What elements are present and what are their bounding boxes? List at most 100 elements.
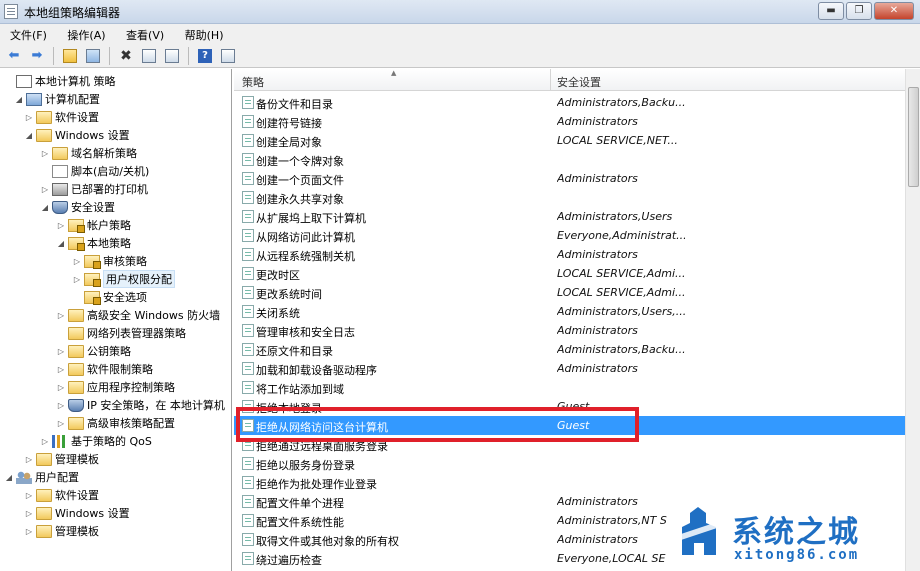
policy-row[interactable]: 备份文件和目录 Administrators,Backu... <box>234 93 920 112</box>
menu-action[interactable]: 操作(A) <box>57 24 112 43</box>
column-header-policy[interactable]: 策略 <box>242 74 264 90</box>
menu-view[interactable]: 查看(V) <box>116 24 171 43</box>
folder-icon <box>52 146 68 160</box>
policy-row[interactable]: 创建一个令牌对象 <box>234 150 920 169</box>
tree-item[interactable]: ▷ 域名解析策略 <box>40 144 137 162</box>
tree-item[interactable]: ▷ 软件设置 <box>24 108 99 126</box>
policy-row[interactable]: 关闭系统 Administrators,Users,... <box>234 302 920 321</box>
policy-icon <box>242 267 254 280</box>
policy-icon <box>242 324 254 337</box>
tree-item[interactable]: ▷ 用户权限分配 <box>72 270 175 288</box>
tree-item[interactable]: ▷ 高级审核策略配置 <box>56 414 175 432</box>
tree-item[interactable]: ▷ 审核策略 <box>72 252 147 270</box>
expand-arrow-icon[interactable]: ◢ <box>56 239 66 248</box>
policy-row[interactable]: 拒绝从网络访问这台计算机 Guest <box>234 416 920 435</box>
policy-icon <box>242 96 254 109</box>
tree-item[interactable]: ▷ 应用程序控制策略 <box>56 378 175 396</box>
expand-arrow-icon[interactable]: ▷ <box>24 491 34 500</box>
app-icon <box>4 4 18 19</box>
policy-list: ▲ 策略 安全设置 备份文件和目录 Administrators,Backu...… <box>234 69 920 571</box>
expand-arrow-icon[interactable]: ▷ <box>24 509 34 518</box>
expand-arrow-icon[interactable]: ▷ <box>56 401 66 410</box>
expand-arrow-icon[interactable]: ◢ <box>14 95 24 104</box>
policy-row[interactable]: 拒绝通过远程桌面服务登录 <box>234 435 920 454</box>
tree-item[interactable]: ▷ 基于策略的 QoS <box>40 432 152 450</box>
action-pane-button[interactable] <box>218 46 238 66</box>
policy-row[interactable]: 从扩展坞上取下计算机 Administrators,Users <box>234 207 920 226</box>
maximize-button[interactable]: ❐ <box>846 2 872 20</box>
forward-arrow-icon[interactable]: ➡ <box>27 46 47 66</box>
expand-arrow-icon[interactable]: ▷ <box>56 347 66 356</box>
policy-row[interactable]: 创建符号链接 Administrators <box>234 112 920 131</box>
expand-arrow-icon[interactable]: ◢ <box>4 473 14 482</box>
policy-row[interactable]: 管理审核和安全日志 Administrators <box>234 321 920 340</box>
toolbar-separator <box>109 46 110 65</box>
policy-row[interactable]: 创建永久共享对象 <box>234 188 920 207</box>
tree-item[interactable]: 网络列表管理器策略 <box>56 324 186 342</box>
policy-row[interactable]: 拒绝作为批处理作业登录 <box>234 473 920 492</box>
expand-arrow-icon[interactable]: ▷ <box>72 257 82 266</box>
policy-row[interactable]: 加载和卸载设备驱动程序 Administrators <box>234 359 920 378</box>
tree-item[interactable]: ▷ Windows 设置 <box>24 504 130 522</box>
tree-item[interactable]: ▷ 管理模板 <box>24 450 99 468</box>
tree-item[interactable]: ▷ 高级安全 Windows 防火墙 <box>56 306 220 324</box>
policy-row[interactable]: 更改系统时间 LOCAL SERVICE,Admi... <box>234 283 920 302</box>
policy-row[interactable]: 拒绝本地登录 Guest <box>234 397 920 416</box>
menu-help[interactable]: 帮助(H) <box>175 24 231 43</box>
tree-item[interactable]: 脚本(启动/关机) <box>40 162 149 180</box>
expand-arrow-icon[interactable]: ▷ <box>56 365 66 374</box>
show-hide-tree-button[interactable] <box>83 46 103 66</box>
policy-row[interactable]: 拒绝以服务身份登录 <box>234 454 920 473</box>
policy-row[interactable]: 更改时区 LOCAL SERVICE,Admi... <box>234 264 920 283</box>
expand-arrow-icon[interactable]: ▷ <box>24 113 34 122</box>
delete-button[interactable]: ✖ <box>116 46 136 66</box>
tree-item[interactable]: ▷ IP 安全策略，在 本地计算机 <box>56 396 225 414</box>
policy-row[interactable]: 从远程系统强制关机 Administrators <box>234 245 920 264</box>
expand-arrow-icon[interactable]: ▷ <box>24 527 34 536</box>
tree-item[interactable]: 安全选项 <box>72 288 147 306</box>
policy-row[interactable]: 从网络访问此计算机 Everyone,Administrat... <box>234 226 920 245</box>
up-folder-button[interactable] <box>60 46 80 66</box>
tree-item[interactable]: ▷ 已部署的打印机 <box>40 180 148 198</box>
tree-item[interactable]: ◢ Windows 设置 <box>24 126 130 144</box>
tree-item[interactable]: ◢ 计算机配置 <box>14 90 100 108</box>
policy-row[interactable]: 创建全局对象 LOCAL SERVICE,NET... <box>234 131 920 150</box>
scrollbar-thumb[interactable] <box>908 87 919 187</box>
expand-arrow-icon[interactable]: ▷ <box>56 383 66 392</box>
tree-item[interactable]: ◢ 用户配置 <box>4 468 79 486</box>
help-button[interactable]: ? <box>195 46 215 66</box>
tree-item[interactable]: ▷ 公钥策略 <box>56 342 131 360</box>
expand-arrow-icon[interactable]: ▷ <box>40 437 50 446</box>
expand-arrow-icon[interactable]: ◢ <box>24 131 34 140</box>
policy-row[interactable]: 还原文件和目录 Administrators,Backu... <box>234 340 920 359</box>
expand-arrow-icon[interactable]: ▷ <box>56 311 66 320</box>
policy-name: 备份文件和目录 <box>256 98 333 111</box>
policy-name: 管理审核和安全日志 <box>256 326 355 339</box>
expand-arrow-icon[interactable]: ▷ <box>72 275 82 284</box>
expand-arrow-icon[interactable]: ▷ <box>24 455 34 464</box>
column-header-security[interactable]: 安全设置 <box>557 74 601 90</box>
policy-row[interactable]: 将工作站添加到域 <box>234 378 920 397</box>
tree-item[interactable]: ▷ 管理模板 <box>24 522 99 540</box>
column-divider[interactable] <box>550 69 551 91</box>
expand-arrow-icon[interactable]: ▷ <box>56 221 66 230</box>
properties-button[interactable] <box>139 46 159 66</box>
tree-item[interactable]: ◢ 本地策略 <box>56 234 131 252</box>
export-list-button[interactable] <box>162 46 182 66</box>
expand-arrow-icon[interactable]: ▷ <box>40 185 50 194</box>
expand-arrow-icon[interactable]: ▷ <box>40 149 50 158</box>
computer-icon <box>26 92 42 106</box>
tree-item[interactable]: ◢ 安全设置 <box>40 198 115 216</box>
tree-item[interactable]: ▷ 软件限制策略 <box>56 360 153 378</box>
tree-item[interactable]: 本地计算机 策略 <box>4 72 116 90</box>
tree-item[interactable]: ▷ 软件设置 <box>24 486 99 504</box>
expand-arrow-icon[interactable]: ◢ <box>40 203 50 212</box>
minimize-button[interactable]: ▬ <box>818 2 844 20</box>
expand-arrow-icon[interactable]: ▷ <box>56 419 66 428</box>
policy-row[interactable]: 创建一个页面文件 Administrators <box>234 169 920 188</box>
menu-file[interactable]: 文件(F) <box>0 24 54 43</box>
close-button[interactable]: ✕ <box>874 2 914 20</box>
vertical-scrollbar[interactable] <box>905 69 920 571</box>
tree-item[interactable]: ▷ 帐户策略 <box>56 216 131 234</box>
back-arrow-icon[interactable]: ⬅ <box>4 46 24 66</box>
